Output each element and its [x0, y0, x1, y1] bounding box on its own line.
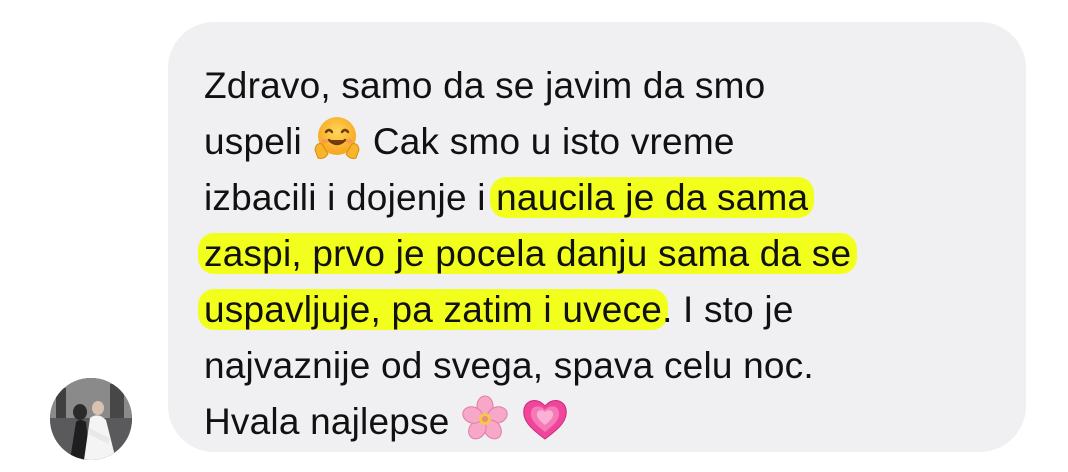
message-line: uspavljuje, pa zatim i uvece. I sto je: [198, 282, 1004, 338]
message-line: zaspi, prvo je pocela danju sama da se: [198, 226, 1004, 282]
message-line: Hvala najlepse: [204, 394, 1004, 450]
avatar[interactable]: [50, 378, 132, 460]
message-line-text: Hvala najlepse: [204, 401, 450, 442]
message-line: Zdravo, samo da se javim da smo: [204, 58, 1004, 114]
cherry-blossom-icon: [460, 394, 510, 444]
message-line-text: Zdravo, samo da se javim da smo: [204, 65, 766, 106]
highlighted-text: zaspi, prvo je pocela danju sama da se: [198, 233, 858, 274]
growing-heart-icon: [520, 394, 570, 444]
message-line-text: izbacili i dojenje i: [204, 177, 486, 218]
avatar-photo: [50, 378, 132, 460]
message-line: najvaznije od svega, spava celu noc.: [204, 338, 1004, 394]
message-line: izbacili i dojenje i naucila je da sama: [204, 170, 1004, 226]
message-line: uspeli Cak smo u isto vreme: [204, 114, 1004, 170]
hugging-face-icon: [312, 114, 362, 164]
message-line-text: Cak smo u isto vreme: [372, 121, 735, 162]
chat-view: Zdravo, samo da se javim da smo uspeli C…: [0, 0, 1068, 472]
message-line-text: najvaznije od svega, spava celu noc.: [204, 345, 814, 386]
highlighted-text: uspavljuje, pa zatim i uvece: [198, 289, 669, 330]
message-line-text: uspeli: [204, 121, 302, 162]
highlighted-text: naucila je da sama: [490, 177, 815, 218]
message-line-text: . I sto je: [662, 289, 794, 330]
message-text: Zdravo, samo da se javim da smo uspeli C…: [198, 58, 1004, 450]
